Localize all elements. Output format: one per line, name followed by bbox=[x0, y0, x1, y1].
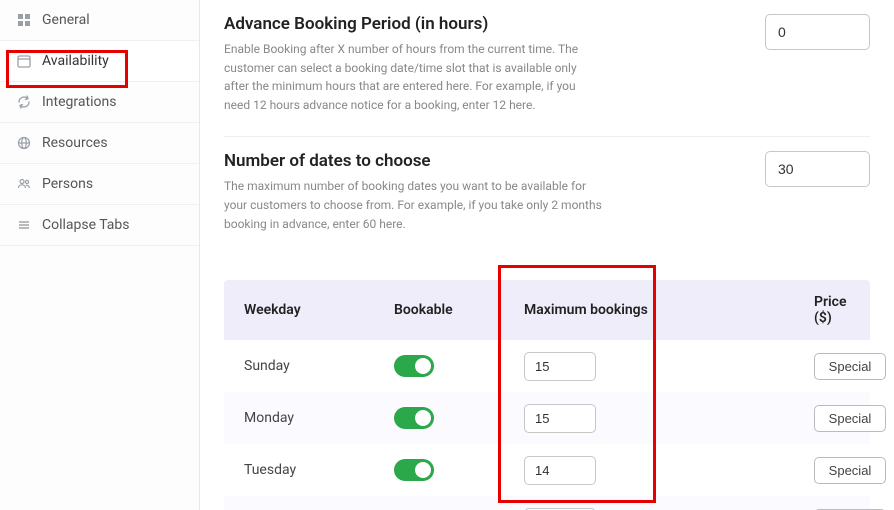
main-content: Advance Booking Period (in hours) Enable… bbox=[200, 0, 894, 510]
max-bookings-input[interactable] bbox=[524, 404, 596, 433]
sidebar: General Availability Integrations Resour… bbox=[0, 0, 200, 510]
bookable-toggle[interactable] bbox=[394, 459, 434, 481]
section-desc: Enable Booking after X number of hours f… bbox=[224, 40, 604, 114]
sidebar-item-resources[interactable]: Resources bbox=[0, 123, 199, 164]
col-header-weekday: Weekday bbox=[244, 302, 394, 318]
sidebar-item-label: Resources bbox=[42, 135, 108, 151]
dates-input[interactable] bbox=[765, 151, 870, 187]
sync-icon bbox=[16, 94, 32, 110]
bookable-toggle[interactable] bbox=[394, 355, 434, 377]
sidebar-item-general[interactable]: General bbox=[0, 0, 199, 41]
section-title: Advance Booking Period (in hours) bbox=[224, 14, 604, 34]
sidebar-item-label: Collapse Tabs bbox=[42, 217, 130, 233]
sidebar-item-integrations[interactable]: Integrations bbox=[0, 82, 199, 123]
section-desc: The maximum number of booking dates you … bbox=[224, 177, 604, 233]
section-title: Number of dates to choose bbox=[224, 151, 604, 171]
sidebar-item-label: General bbox=[42, 12, 90, 28]
max-bookings-input[interactable] bbox=[524, 456, 596, 485]
sidebar-item-label: Integrations bbox=[42, 94, 116, 110]
grid-icon bbox=[16, 12, 32, 28]
special-price-button[interactable]: Special bbox=[814, 457, 886, 484]
dates-section: Number of dates to choose The maximum nu… bbox=[224, 137, 870, 255]
special-price-button[interactable]: Special bbox=[814, 353, 886, 380]
menu-icon bbox=[16, 217, 32, 233]
col-header-bookable: Bookable bbox=[394, 302, 524, 318]
weekday-cell: Monday bbox=[244, 410, 394, 426]
col-header-max: Maximum bookings bbox=[524, 302, 744, 318]
advance-booking-input[interactable] bbox=[765, 14, 870, 50]
sidebar-item-label: Persons bbox=[42, 176, 93, 192]
table-header-row: Weekday Bookable Maximum bookings Price … bbox=[224, 280, 870, 340]
special-price-button[interactable]: Special bbox=[814, 405, 886, 432]
bookable-toggle[interactable] bbox=[394, 407, 434, 429]
max-bookings-input[interactable] bbox=[524, 352, 596, 381]
calendar-icon bbox=[16, 53, 32, 69]
availability-table: Weekday Bookable Maximum bookings Price … bbox=[224, 280, 870, 510]
col-header-price: Price ($) bbox=[744, 294, 850, 326]
advance-booking-section: Advance Booking Period (in hours) Enable… bbox=[224, 0, 870, 137]
table-row: Wednesday Special bbox=[224, 496, 870, 510]
weekday-cell: Tuesday bbox=[244, 462, 394, 478]
sidebar-item-label: Availability bbox=[42, 53, 109, 69]
globe-icon bbox=[16, 135, 32, 151]
table-row: Tuesday Special bbox=[224, 444, 870, 496]
sidebar-item-collapse[interactable]: Collapse Tabs bbox=[0, 205, 199, 246]
sidebar-item-availability[interactable]: Availability bbox=[0, 41, 199, 82]
table-row: Sunday Special bbox=[224, 340, 870, 392]
sidebar-item-persons[interactable]: Persons bbox=[0, 164, 199, 205]
table-row: Monday Special bbox=[224, 392, 870, 444]
persons-icon bbox=[16, 176, 32, 192]
weekday-cell: Sunday bbox=[244, 358, 394, 374]
